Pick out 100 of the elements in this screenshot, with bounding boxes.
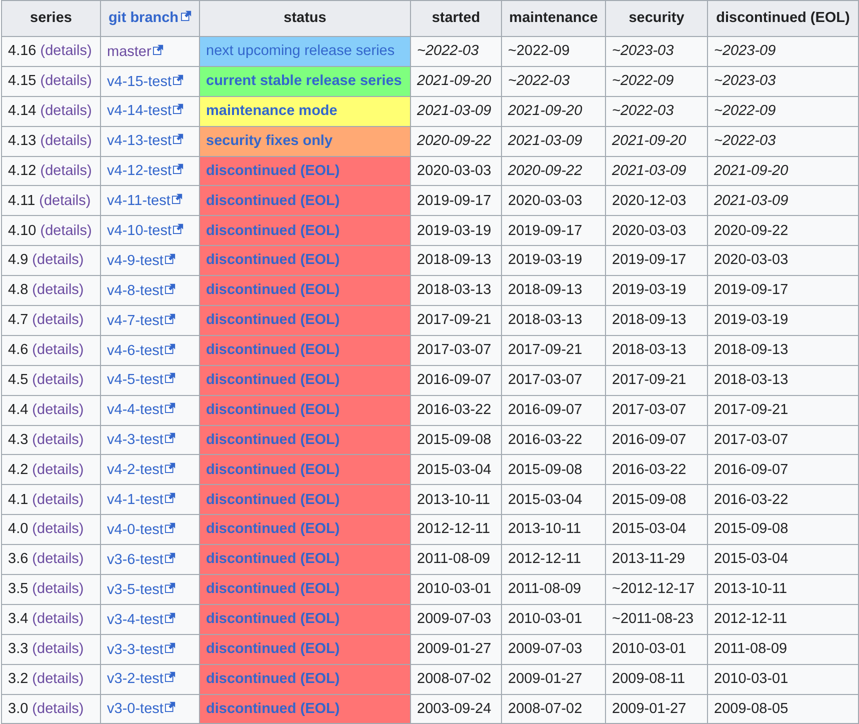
details-link[interactable]: (details)	[32, 342, 84, 358]
date-cell: 2015-09-08	[708, 514, 858, 545]
external-link-icon	[173, 74, 184, 85]
date-cell: 2017-09-21	[502, 335, 606, 366]
details-link[interactable]: (details)	[40, 162, 92, 179]
date-cell: 2019-09-17	[502, 216, 606, 246]
series-number: 4.11	[8, 192, 36, 209]
external-link-icon	[180, 10, 192, 21]
date-cell: 2020-03-03	[708, 246, 858, 276]
external-link-icon	[165, 522, 176, 533]
details-link[interactable]: (details)	[32, 641, 84, 657]
details-link[interactable]: (details)	[32, 581, 84, 598]
date-cell: 2009-07-03	[502, 634, 606, 664]
date-cell: 2020-12-03	[606, 186, 708, 216]
date-cell: ~2023-09	[708, 36, 858, 66]
series-number: 4.10	[8, 222, 36, 239]
date-cell: 2020-03-03	[502, 186, 606, 216]
date-cell: 2013-10-11	[708, 574, 858, 604]
details-link[interactable]: (details)	[40, 222, 92, 239]
external-link-icon	[165, 492, 176, 504]
date-cell: 2008-07-02	[410, 664, 502, 694]
date-cell: 2018-03-13	[410, 276, 502, 306]
date-cell: ~2022-09	[708, 96, 858, 126]
date-cell: 2012-12-11	[708, 604, 858, 634]
date-cell: 2021-09-20	[410, 66, 502, 96]
date-cell: ~2022-09	[502, 36, 606, 66]
series-number: 4.1	[8, 492, 28, 508]
date-cell: 2015-03-04	[606, 514, 708, 545]
status-cell[interactable]: next upcoming release series	[200, 36, 410, 66]
date-cell: 2016-03-22	[502, 425, 606, 455]
date-cell: 2010-03-01	[410, 574, 502, 604]
details-link[interactable]: (details)	[32, 402, 84, 418]
date-cell: 2019-03-19	[708, 306, 858, 336]
details-link[interactable]: (details)	[32, 492, 84, 508]
date-cell: 2019-09-17	[606, 246, 708, 276]
date-cell: 2016-03-22	[708, 484, 858, 515]
details-link[interactable]: (details)	[32, 551, 84, 568]
details-link[interactable]: (details)	[32, 521, 84, 538]
date-cell: 2018-03-13	[708, 365, 858, 396]
date-cell: 2017-03-07	[606, 395, 708, 426]
date-cell: 2020-09-22	[410, 126, 502, 156]
details-link[interactable]: (details)	[32, 252, 84, 268]
series-number: 4.7	[8, 312, 28, 328]
details-link[interactable]: (details)	[32, 372, 84, 388]
external-link-icon	[165, 282, 176, 294]
details-link[interactable]: (details)	[32, 282, 84, 298]
date-cell: 2016-03-22	[410, 395, 502, 426]
series-number: 4.6	[8, 342, 28, 358]
external-link-icon	[173, 223, 184, 234]
external-link-icon	[165, 252, 176, 264]
details-link[interactable]: (details)	[32, 432, 84, 448]
date-cell: 2021-03-09	[410, 96, 502, 126]
date-cell: 2017-09-21	[410, 306, 502, 336]
details-link[interactable]: (details)	[32, 700, 84, 717]
date-cell: 2009-08-11	[606, 664, 708, 694]
details-link[interactable]: (details)	[32, 611, 84, 628]
date-cell: 2015-03-04	[502, 484, 606, 515]
date-cell: 2010-03-01	[708, 664, 858, 694]
details-link[interactable]: (details)	[32, 670, 84, 687]
date-cell: 2010-03-01	[502, 604, 606, 634]
date-cell: 2011-08-09	[410, 544, 502, 575]
date-cell: 2019-03-19	[606, 276, 708, 306]
series-number: 4.16	[8, 43, 36, 60]
date-cell: 2020-09-22	[502, 156, 606, 186]
details-link[interactable]: (details)	[40, 43, 92, 60]
status-cell[interactable]: current stable release series	[200, 66, 410, 96]
series-number: 4.3	[8, 432, 28, 448]
details-link[interactable]: (details)	[32, 312, 84, 328]
date-cell: 2019-03-19	[502, 246, 606, 276]
date-cell: 2011-08-09	[502, 574, 606, 604]
series-number: 3.3	[8, 641, 28, 657]
details-link[interactable]: (details)	[40, 102, 92, 119]
date-cell: 2013-10-11	[502, 514, 606, 545]
external-link-icon	[173, 163, 184, 174]
date-cell: 2021-03-09	[502, 126, 606, 156]
details-link[interactable]: (details)	[40, 132, 92, 149]
date-cell: 2015-09-08	[606, 484, 708, 515]
series-number: 4.14	[8, 102, 36, 119]
date-cell: 2020-03-03	[606, 216, 708, 246]
external-link-icon	[165, 612, 176, 623]
column-header: maintenance	[502, 0, 606, 36]
date-cell: 2021-09-20	[708, 156, 858, 186]
date-cell: 2016-09-07	[606, 425, 708, 455]
series-number: 3.0	[8, 700, 28, 717]
date-cell: 2009-01-27	[502, 664, 606, 694]
date-cell: ~2012-12-17	[606, 574, 708, 604]
date-cell: 2018-09-13	[502, 276, 606, 306]
column-header: discontinued (EOL)	[708, 0, 858, 36]
date-cell: 2018-03-13	[502, 306, 606, 336]
series-number: 3.6	[8, 551, 28, 568]
status-cell[interactable]: maintenance mode	[200, 96, 410, 126]
date-cell: 2013-11-29	[606, 544, 708, 575]
date-cell: 2020-03-03	[410, 156, 502, 186]
details-link[interactable]: (details)	[40, 73, 92, 90]
date-cell: ~2011-08-23	[606, 604, 708, 634]
status-cell[interactable]: security fixes only	[200, 126, 410, 156]
details-link[interactable]: (details)	[39, 192, 91, 209]
details-link[interactable]: (details)	[32, 462, 84, 478]
date-cell: 2019-09-17	[410, 186, 502, 216]
date-cell: 2009-01-27	[410, 634, 502, 664]
